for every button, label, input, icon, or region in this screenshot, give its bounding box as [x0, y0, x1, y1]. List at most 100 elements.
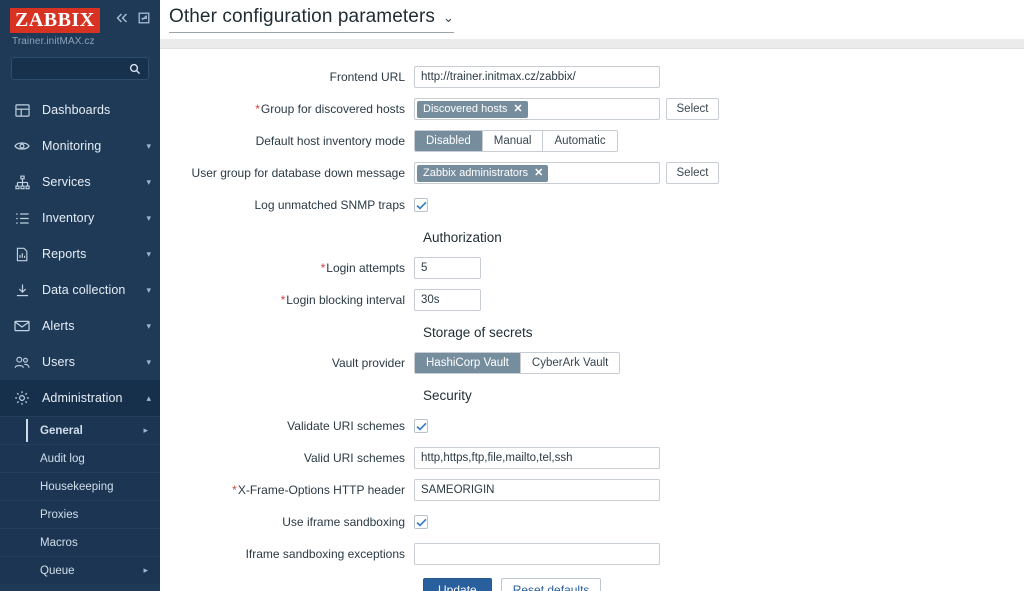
frontend-url-input[interactable]: [414, 66, 660, 88]
reset-defaults-button[interactable]: Reset defaults: [500, 578, 602, 591]
chevron-right-icon: ▸: [143, 565, 148, 575]
chip-label: Zabbix administrators: [423, 167, 529, 179]
section-heading-authorization: Authorization: [423, 230, 502, 245]
field-label: Vault provider: [331, 355, 405, 370]
required-marker: *: [232, 482, 237, 497]
submenu-item-macros[interactable]: Macros: [0, 528, 160, 556]
field-label: *X-Frame-Options HTTP header: [232, 482, 405, 497]
field-row-valid-uri-schemes: Valid URI schemes: [160, 447, 1024, 469]
field-label: Iframe sandboxing exceptions: [245, 546, 405, 561]
section-heading-storage-of-secrets: Storage of secrets: [423, 325, 533, 340]
inventory-mode-option-manual[interactable]: Manual: [482, 131, 544, 151]
sidebar: ZABBIX Trainer.initMAX.cz Dashboards Mon…: [0, 0, 160, 591]
field-label: Default host inventory mode: [255, 133, 405, 148]
zabbix-logo: ZABBIX: [10, 8, 100, 33]
login-attempts-input[interactable]: [414, 257, 481, 279]
chevron-down-icon: ▾: [146, 320, 151, 331]
page-title: Other configuration parameters: [169, 6, 435, 27]
submenu-item-housekeeping[interactable]: Housekeeping: [0, 472, 160, 500]
field-row-default-inventory-mode: Default host inventory mode Disabled Man…: [160, 130, 1024, 152]
field-label: Valid URI schemes: [303, 450, 405, 465]
chevron-down-icon: ▾: [146, 140, 151, 151]
configuration-form: Frontend URL *Group for discovered hosts…: [160, 49, 1024, 591]
field-row-group-discovered-hosts: *Group for discovered hosts Discovered h…: [160, 98, 1024, 120]
validate-uri-schemes-checkbox[interactable]: [414, 419, 428, 433]
sidebar-item-reports[interactable]: Reports ▾: [0, 236, 160, 272]
field-row-log-unmatched-snmp: Log unmatched SNMP traps: [160, 194, 1024, 216]
sidebar-item-data-collection[interactable]: Data collection ▾: [0, 272, 160, 308]
field-label: Frontend URL: [329, 69, 405, 84]
use-iframe-sandboxing-checkbox[interactable]: [414, 515, 428, 529]
field-label: User group for database down message: [191, 165, 405, 180]
chevron-up-icon: ▴: [146, 392, 151, 403]
x-frame-options-input[interactable]: [414, 479, 660, 501]
sidebar-item-label: Reports: [42, 247, 87, 261]
field-row-user-group-db-down: User group for database down message Zab…: [160, 162, 1024, 184]
main-content: Other configuration parameters ⌄ Fronten…: [160, 0, 1024, 591]
field-label: *Login blocking interval: [280, 292, 405, 307]
sidebar-nav: Dashboards Monitoring ▾ Services ▾ Inven…: [0, 92, 160, 584]
sidebar-item-label: Administration: [42, 391, 123, 405]
group-discovered-hosts-multiselect[interactable]: Discovered hosts ✕: [414, 98, 660, 120]
sidebar-item-dashboards[interactable]: Dashboards: [0, 92, 160, 128]
inventory-mode-option-disabled[interactable]: Disabled: [415, 131, 483, 151]
sidebar-item-monitoring[interactable]: Monitoring ▾: [0, 128, 160, 164]
chevron-down-icon: ⌄: [442, 10, 454, 25]
sidebar-item-label: Dashboards: [42, 103, 111, 117]
field-label: *Login attempts: [320, 260, 405, 275]
select-user-group-button[interactable]: Select: [666, 162, 719, 184]
sidebar-item-users[interactable]: Users ▾: [0, 344, 160, 380]
sidebar-item-alerts[interactable]: Alerts ▾: [0, 308, 160, 344]
field-row-login-attempts: *Login attempts: [160, 257, 1024, 279]
page-title-dropdown[interactable]: Other configuration parameters ⌄: [169, 6, 454, 33]
submenu-item-queue[interactable]: Queue ▸: [0, 556, 160, 584]
selected-chip[interactable]: Discovered hosts ✕: [417, 100, 528, 118]
default-inventory-mode-segmented: Disabled Manual Automatic: [414, 130, 618, 152]
download-icon: [13, 281, 31, 299]
sidebar-item-inventory[interactable]: Inventory ▾: [0, 200, 160, 236]
server-name: Trainer.initMAX.cz: [12, 36, 95, 47]
required-marker: *: [320, 260, 326, 275]
chevron-down-icon: ▾: [146, 248, 151, 259]
page-header: Other configuration parameters ⌄: [160, 0, 1024, 39]
sitemap-icon: [13, 173, 31, 191]
double-chevron-left-icon[interactable]: [115, 12, 129, 24]
chevron-right-icon: ▸: [143, 425, 148, 435]
sidebar-search[interactable]: [11, 57, 160, 80]
submenu-item-general[interactable]: General ▸: [0, 416, 160, 444]
administration-submenu: General ▸ Audit log Housekeeping Proxies…: [0, 416, 160, 584]
submenu-item-label: Housekeeping: [40, 480, 114, 493]
sidebar-item-services[interactable]: Services ▾: [0, 164, 160, 200]
selected-chip[interactable]: Zabbix administrators ✕: [417, 164, 549, 182]
log-unmatched-snmp-checkbox[interactable]: [414, 198, 428, 212]
login-blocking-interval-input[interactable]: [414, 289, 481, 311]
valid-uri-schemes-input[interactable]: [414, 447, 660, 469]
remove-chip-icon[interactable]: ✕: [513, 103, 522, 115]
chip-label: Discovered hosts: [423, 103, 508, 115]
submenu-item-proxies[interactable]: Proxies: [0, 500, 160, 528]
vault-option-hashicorp[interactable]: HashiCorp Vault: [415, 353, 521, 373]
sidebar-item-label: Services: [42, 175, 91, 189]
list-icon: [13, 209, 31, 227]
collapse-panel-icon[interactable]: [138, 12, 150, 24]
sidebar-item-label: Alerts: [42, 319, 75, 333]
select-group-button[interactable]: Select: [666, 98, 719, 120]
report-chart-icon: [13, 245, 31, 263]
users-icon: [13, 353, 31, 371]
zabbix-app-window: ZABBIX Trainer.initMAX.cz Dashboards Mon…: [0, 0, 1024, 591]
sidebar-item-label: Data collection: [42, 283, 126, 297]
field-row-login-blocking-interval: *Login blocking interval: [160, 289, 1024, 311]
sidebar-header: ZABBIX: [0, 0, 160, 33]
remove-chip-icon[interactable]: ✕: [534, 167, 543, 179]
update-button[interactable]: Update: [423, 578, 492, 591]
section-heading-security: Security: [423, 388, 472, 403]
vault-option-cyberark[interactable]: CyberArk Vault: [520, 353, 620, 373]
chevron-down-icon: ▾: [146, 284, 151, 295]
user-group-db-down-multiselect[interactable]: Zabbix administrators ✕: [414, 162, 660, 184]
inventory-mode-option-automatic[interactable]: Automatic: [543, 131, 617, 151]
field-row-frontend-url: Frontend URL: [160, 66, 1024, 88]
envelope-icon: [13, 317, 31, 335]
sidebar-item-administration[interactable]: Administration ▴: [0, 380, 160, 416]
submenu-item-audit-log[interactable]: Audit log: [0, 444, 160, 472]
iframe-sandboxing-exceptions-input[interactable]: [414, 543, 660, 565]
